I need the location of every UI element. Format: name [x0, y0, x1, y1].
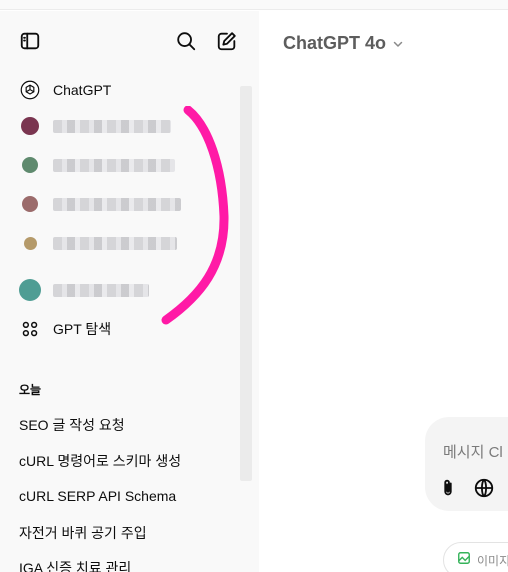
openai-logo-icon	[18, 78, 42, 102]
image-chip[interactable]: 이미지	[443, 542, 508, 572]
sidebar-toggle-icon[interactable]	[16, 27, 44, 55]
sidebar-item-label: ChatGPT	[53, 82, 112, 98]
history-item[interactable]: SEO 글 작성 요청	[19, 415, 125, 435]
redacted-label	[53, 119, 171, 133]
search-icon[interactable]	[172, 27, 200, 55]
gpt-avatar-icon	[18, 231, 42, 255]
sidebar-item-gpt[interactable]	[12, 109, 240, 143]
sidebar-item-gpt[interactable]	[12, 273, 240, 307]
model-selector[interactable]: ChatGPT 4o	[283, 32, 404, 55]
gpt-avatar-icon	[18, 192, 42, 216]
message-composer[interactable]: 메시지 Cl	[425, 417, 508, 511]
sidebar: ChatGPT GPT 탐색 오늘 SEO 글 작성 요청 cURL 명령어로 …	[0, 11, 259, 572]
gpt-avatar-icon	[18, 114, 42, 138]
sidebar-item-gpt[interactable]	[12, 226, 240, 260]
sidebar-item-label: GPT 탐색	[53, 321, 112, 337]
globe-icon[interactable]	[473, 477, 495, 504]
redacted-label	[53, 158, 175, 172]
chip-label: 이미지	[477, 553, 508, 568]
grid-icon	[18, 317, 42, 341]
paperclip-icon[interactable]	[437, 477, 459, 504]
model-name: ChatGPT 4o	[283, 33, 387, 53]
redacted-label	[53, 197, 181, 211]
sidebar-scrollbar[interactable]	[240, 86, 252, 481]
main-panel: ChatGPT 4o 메시지 Cl 이미지	[259, 11, 508, 572]
redacted-label	[53, 236, 177, 250]
app-window: ChatGPT GPT 탐색 오늘 SEO 글 작성 요청 cURL 명령어로 …	[0, 0, 508, 572]
sidebar-item-gpt[interactable]	[12, 187, 240, 221]
history-item[interactable]: cURL SERP API Schema	[19, 488, 176, 504]
sidebar-item-gpt[interactable]	[12, 148, 240, 182]
history-item[interactable]: IGA 신증 치료 관리	[19, 558, 131, 572]
redacted-label	[53, 283, 149, 297]
image-icon	[457, 551, 471, 570]
history-item[interactable]: cURL 명령어로 스키마 생성	[19, 451, 181, 471]
sidebar-item-explore-gpts[interactable]: GPT 탐색	[12, 312, 240, 346]
history-item[interactable]: 자전거 바퀴 공기 주입	[19, 523, 147, 543]
gpt-avatar-icon	[18, 153, 42, 177]
new-chat-icon[interactable]	[213, 27, 241, 55]
window-top-bar	[0, 0, 508, 10]
composer-placeholder: 메시지 Cl	[443, 444, 503, 461]
sidebar-item-chatgpt[interactable]: ChatGPT	[12, 73, 240, 107]
gpt-avatar-icon	[18, 278, 42, 302]
chevron-down-icon	[392, 34, 404, 55]
history-section-title: 오늘	[19, 383, 42, 397]
